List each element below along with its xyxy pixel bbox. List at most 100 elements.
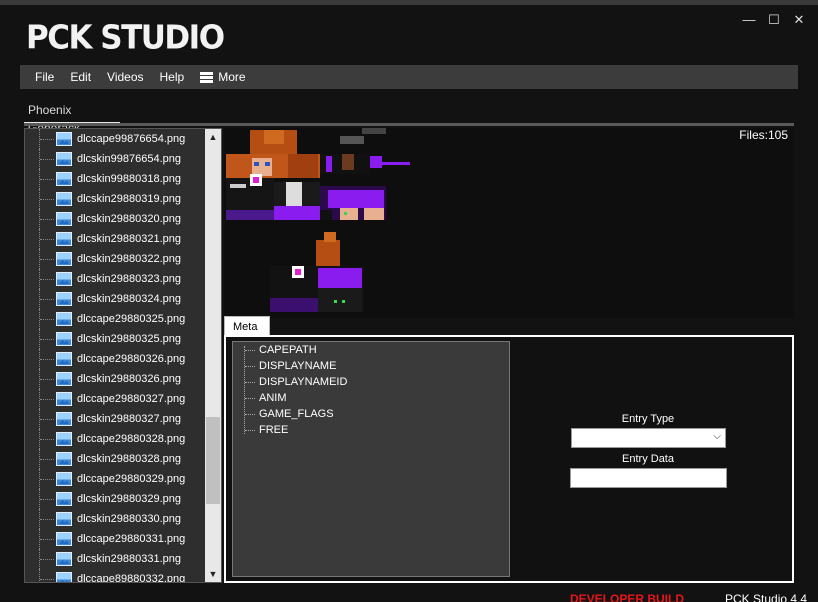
tree-file-item[interactable]: dlccape89880332.png — [25, 569, 221, 582]
tree-file-item[interactable]: dlcskin99876654.png — [25, 149, 221, 169]
tree-connector — [40, 178, 54, 180]
tree-guide — [39, 189, 40, 209]
image-file-icon — [56, 412, 72, 426]
file-name: dlcskin29880326.png — [77, 373, 181, 385]
tree-guide — [39, 529, 40, 549]
scroll-down-icon[interactable]: ▼ — [205, 566, 221, 582]
tree-connector — [40, 358, 54, 360]
tree-file-item[interactable]: dlcskin29880329.png — [25, 489, 221, 509]
menu-edit[interactable]: Edit — [62, 65, 99, 89]
tree-guide — [39, 269, 40, 289]
tree-guide — [39, 309, 40, 329]
tree-connector — [40, 138, 54, 140]
tree-connector — [40, 578, 54, 580]
file-name: dlcskin29880319.png — [77, 193, 181, 205]
file-name: dlcskin29880330.png — [77, 513, 181, 525]
tree-guide — [39, 249, 40, 269]
tree-file-item[interactable]: dlcskin29880324.png — [25, 289, 221, 309]
file-name: dlcskin29880328.png — [77, 453, 181, 465]
tree-guide — [39, 169, 40, 189]
entry-data-input[interactable] — [570, 468, 727, 488]
tree-connector — [40, 258, 54, 260]
file-name: dlccape99876654.png — [77, 133, 186, 145]
tree-connector — [40, 318, 54, 320]
image-file-icon — [56, 552, 72, 566]
scroll-thumb[interactable] — [206, 417, 220, 504]
meta-panel: CAPEPATH DISPLAYNAME DISPLAYNAMEID ANIM … — [224, 335, 794, 583]
tree-file-item[interactable]: dlcskin99880318.png — [25, 169, 221, 189]
image-file-icon — [56, 332, 72, 346]
tree-guide — [39, 329, 40, 349]
tree-connector — [40, 438, 54, 440]
tree-scrollbar[interactable]: ▲ ▼ — [205, 129, 221, 582]
file-name: dlcskin29880320.png — [77, 213, 181, 225]
tree-file-item[interactable]: dlccape29880326.png — [25, 349, 221, 369]
file-name: dlcskin29880324.png — [77, 293, 181, 305]
tree-file-item[interactable]: dlccape99876654.png — [25, 129, 221, 149]
tree-file-item[interactable]: dlcskin29880321.png — [25, 229, 221, 249]
image-file-icon — [56, 192, 72, 206]
menu-file[interactable]: File — [20, 65, 62, 89]
tree-connector — [40, 198, 54, 200]
tree-file-item[interactable]: dlcskin29880325.png — [25, 329, 221, 349]
scroll-up-icon[interactable]: ▲ — [205, 129, 221, 145]
tree-file-item[interactable]: dlccape29880328.png — [25, 429, 221, 449]
developer-build-label: DEVELOPER BUILD — [570, 592, 685, 602]
image-file-icon — [56, 392, 72, 406]
image-file-icon — [56, 212, 72, 226]
hamburger-icon — [200, 71, 214, 83]
menu-videos[interactable]: Videos — [99, 65, 151, 89]
image-file-icon — [56, 372, 72, 386]
tree-file-item[interactable]: dlcskin29880320.png — [25, 209, 221, 229]
skin-image — [226, 128, 410, 312]
tree-file-item[interactable]: dlcskin29880322.png — [25, 249, 221, 269]
tree-file-item[interactable]: dlccape29880329.png — [25, 469, 221, 489]
meta-key-list[interactable]: CAPEPATH DISPLAYNAME DISPLAYNAMEID ANIM … — [232, 341, 510, 577]
tree-file-item[interactable]: dlcskin29880323.png — [25, 269, 221, 289]
tab-pack[interactable]: Phoenix Generack — [24, 101, 120, 135]
tree-connector — [40, 378, 54, 380]
tree-file-item[interactable]: dlcskin29880326.png — [25, 369, 221, 389]
tree-file-item[interactable]: dlcskin29880331.png — [25, 549, 221, 569]
image-file-icon — [56, 432, 72, 446]
entry-type-select[interactable]: ⌵ — [571, 428, 726, 448]
meta-key[interactable]: GAME_FLAGS — [233, 406, 509, 422]
tree-file-item[interactable]: dlcskin29880327.png — [25, 409, 221, 429]
meta-key[interactable]: FREE — [233, 422, 509, 438]
tree-guide — [39, 369, 40, 389]
tree-file-item[interactable]: dlcskin29880319.png — [25, 189, 221, 209]
menu-more[interactable]: More — [192, 65, 253, 89]
image-file-icon — [56, 572, 72, 582]
menu-help[interactable]: Help — [152, 65, 193, 89]
file-name: dlccape29880327.png — [77, 393, 186, 405]
tree-guide — [39, 389, 40, 409]
tree-guide — [39, 149, 40, 169]
tree-file-item[interactable]: dlcskin29880330.png — [25, 509, 221, 529]
tree-file-item[interactable]: dlcskin29880328.png — [25, 449, 221, 469]
image-file-icon — [56, 232, 72, 246]
tab-meta[interactable]: Meta — [224, 316, 270, 336]
maximize-button[interactable]: ☐ — [765, 11, 783, 29]
menu-bar: File Edit Videos Help More — [20, 65, 798, 89]
tree-connector — [40, 558, 54, 560]
meta-key[interactable]: ANIM — [233, 390, 509, 406]
tree-file-item[interactable]: dlccape29880325.png — [25, 309, 221, 329]
tree-guide — [39, 489, 40, 509]
close-button[interactable]: ✕ — [790, 11, 808, 29]
file-name: dlcskin99876654.png — [77, 153, 181, 165]
meta-key[interactable]: CAPEPATH — [233, 342, 509, 358]
tree-connector — [40, 218, 54, 220]
file-name: dlccape29880329.png — [77, 473, 186, 485]
minimize-button[interactable]: — — [740, 11, 758, 29]
tree-guide — [39, 469, 40, 489]
tree-file-item[interactable]: dlccape29880331.png — [25, 529, 221, 549]
file-name: dlcskin99880318.png — [77, 173, 181, 185]
tree-file-item[interactable]: dlccape29880327.png — [25, 389, 221, 409]
file-name: dlcskin29880329.png — [77, 493, 181, 505]
image-file-icon — [56, 492, 72, 506]
tree-connector — [40, 418, 54, 420]
file-name: dlcskin29880331.png — [77, 553, 181, 565]
meta-key[interactable]: DISPLAYNAMEID — [233, 374, 509, 390]
meta-key[interactable]: DISPLAYNAME — [233, 358, 509, 374]
file-name: dlcskin29880327.png — [77, 413, 181, 425]
